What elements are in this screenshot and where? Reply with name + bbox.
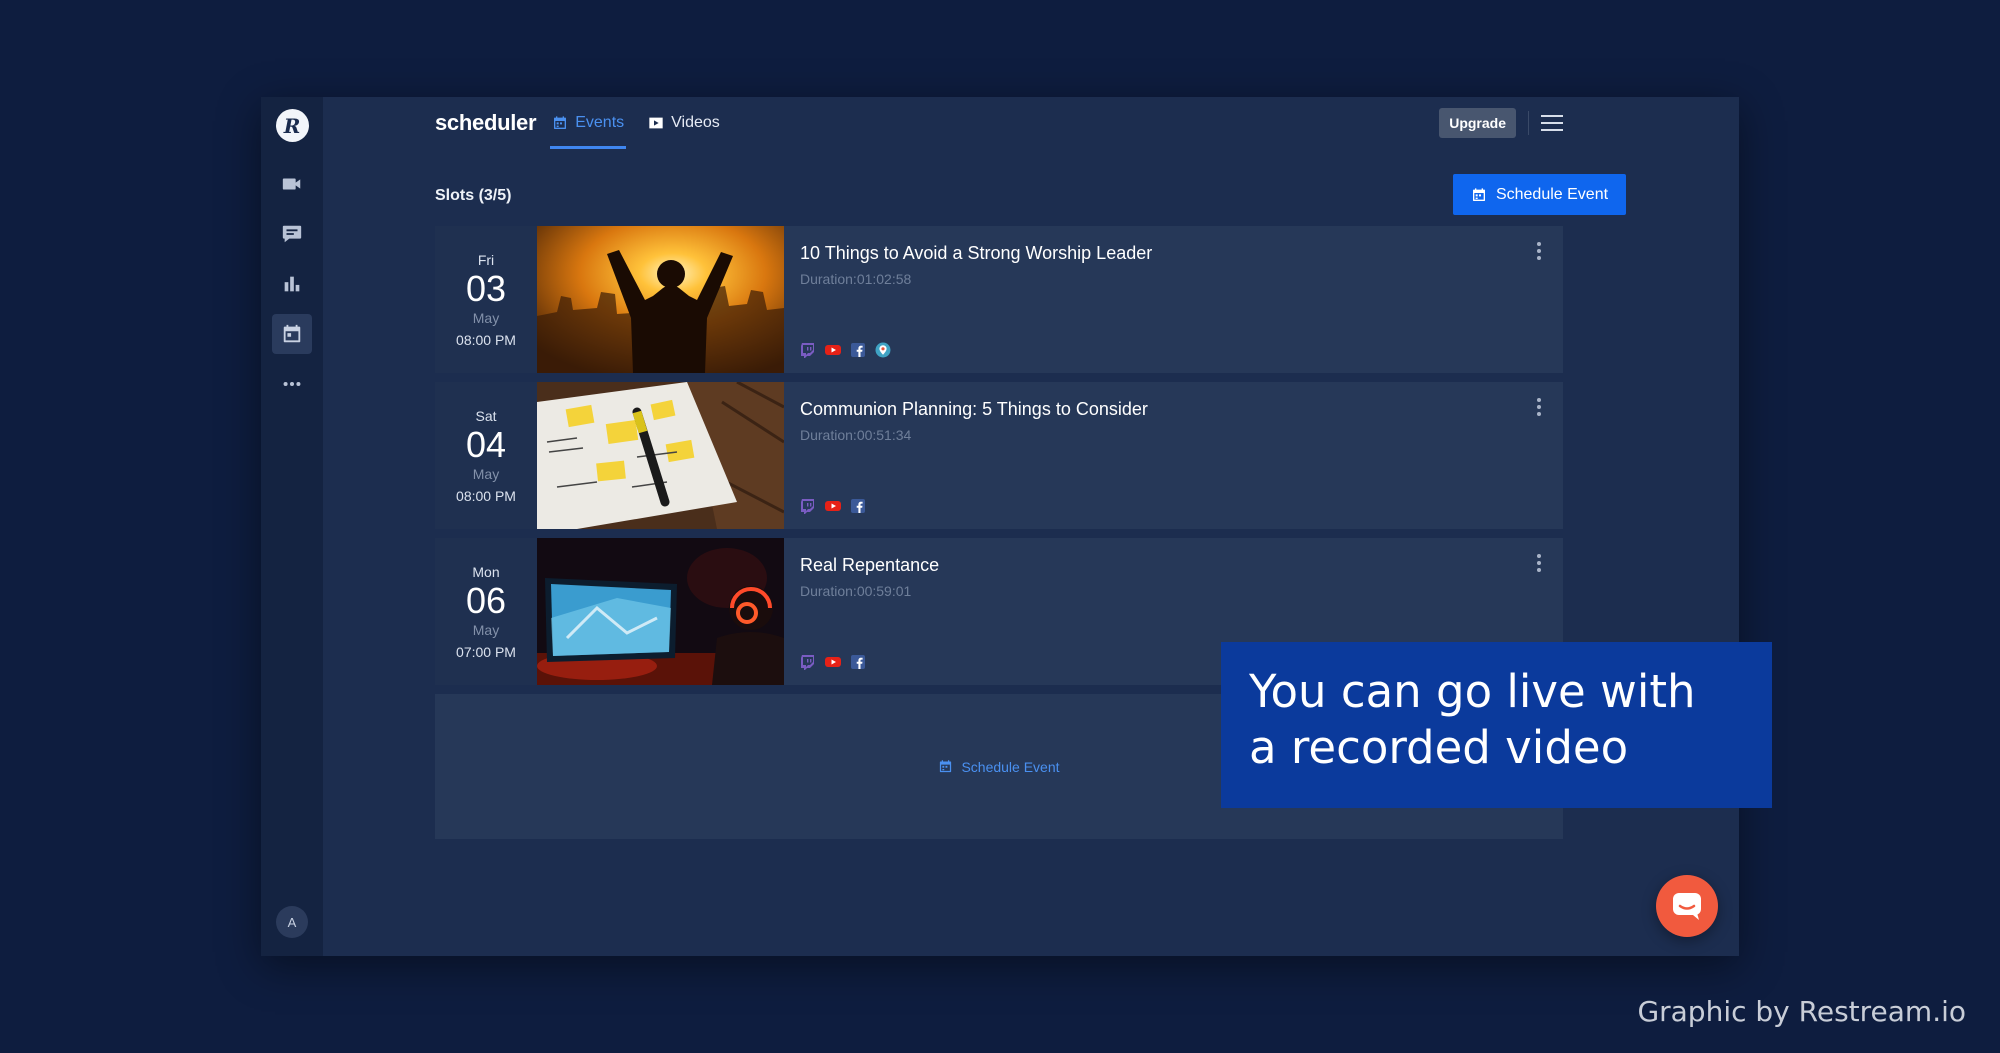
- top-bar-actions: Upgrade: [1439, 108, 1563, 138]
- play-icon: [649, 117, 663, 129]
- youtube-icon: [825, 657, 841, 667]
- callout-line-1: You can go live with: [1249, 665, 1696, 718]
- avatar[interactable]: A: [276, 906, 308, 938]
- event-menu-icon[interactable]: [1537, 554, 1541, 572]
- event-month: May: [472, 621, 500, 638]
- event-menu-icon[interactable]: [1537, 398, 1541, 416]
- platform-list: [800, 654, 866, 670]
- callout-line-2: a recorded video: [1249, 721, 1629, 774]
- event-weekday: Fri: [477, 251, 495, 268]
- chat-icon: [282, 225, 302, 243]
- event-title[interactable]: Communion Planning: 5 Things to Consider: [800, 399, 1563, 420]
- upgrade-button[interactable]: Upgrade: [1439, 108, 1516, 138]
- app-window: R A scheduler Events Videos Upgrade Slot…: [261, 97, 1739, 956]
- event-day-number: 04: [465, 423, 507, 465]
- event-date: Fri 03 May 08:00 PM: [435, 226, 537, 373]
- periscope-icon: [875, 342, 891, 358]
- video-camera-icon: [282, 178, 301, 190]
- facebook-icon: [851, 655, 865, 669]
- facebook-icon: [851, 499, 865, 513]
- tab-label: Events: [575, 114, 625, 131]
- event-duration: Duration:01:02:58: [800, 271, 912, 287]
- event-day-number: 06: [465, 579, 507, 621]
- event-duration: Duration:00:51:34: [800, 427, 912, 443]
- calendar-icon: [283, 324, 301, 343]
- restream-logo[interactable]: R: [275, 109, 309, 142]
- sidebar-item-video[interactable]: [272, 164, 312, 204]
- top-bar: scheduler Events Videos Upgrade: [435, 97, 1563, 149]
- sidebar-item-more[interactable]: [272, 364, 312, 404]
- divider: [1528, 111, 1529, 135]
- main-content: scheduler Events Videos Upgrade Slots (3…: [323, 97, 1739, 956]
- event-thumbnail[interactable]: [537, 382, 784, 529]
- youtube-icon: [825, 345, 841, 355]
- brand-title: scheduler: [435, 110, 537, 135]
- planning-thumbnail-image: [537, 382, 784, 529]
- event-day-number: 03: [465, 267, 507, 309]
- event-date: Mon 06 May 07:00 PM: [435, 538, 537, 685]
- event-weekday: Mon: [472, 563, 500, 580]
- tab-label: Videos: [671, 114, 720, 131]
- slots-count: Slots (3/5): [435, 187, 512, 204]
- promo-callout: You can go live with a recorded video: [1221, 642, 1772, 808]
- event-card[interactable]: Sat 04 May 08:00 PM Communion Planning: …: [435, 382, 1563, 529]
- schedule-event-label: Schedule Event: [1495, 185, 1609, 203]
- hamburger-menu-icon[interactable]: [1541, 115, 1563, 131]
- event-duration: Duration:00:59:01: [800, 583, 912, 599]
- event-thumbnail[interactable]: [537, 226, 784, 373]
- event-title[interactable]: 10 Things to Avoid a Strong Worship Lead…: [800, 243, 1563, 264]
- event-info: 10 Things to Avoid a Strong Worship Lead…: [784, 226, 1563, 373]
- sidebar-item-analytics[interactable]: [272, 264, 312, 304]
- platform-list: [800, 498, 866, 514]
- event-info: Communion Planning: 5 Things to Consider…: [784, 382, 1563, 529]
- twitch-icon: [801, 655, 814, 670]
- event-month: May: [472, 465, 500, 482]
- worship-thumbnail-image: [537, 226, 784, 373]
- youtube-icon: [825, 501, 841, 511]
- chat-bubble-icon: [1673, 893, 1701, 920]
- empty-slot-label: Schedule Event: [961, 758, 1060, 775]
- graphic-credit: Graphic by Restream.io: [1637, 995, 1966, 1028]
- calendar-icon: [554, 116, 567, 129]
- event-card[interactable]: Fri 03 May 08:00 PM 10 Things to Avoid a…: [435, 226, 1563, 373]
- platform-list: [800, 342, 891, 358]
- event-title[interactable]: Real Repentance: [800, 555, 1563, 576]
- calendar-icon: [940, 760, 952, 773]
- sidebar: R A: [261, 97, 323, 956]
- tab-events[interactable]: Events: [550, 97, 627, 149]
- event-month: May: [472, 309, 500, 326]
- twitch-icon: [801, 343, 814, 358]
- tab-videos[interactable]: Videos: [646, 97, 722, 149]
- facebook-icon: [851, 343, 865, 357]
- event-weekday: Sat: [475, 407, 497, 424]
- event-thumbnail[interactable]: [537, 538, 784, 685]
- twitch-icon: [801, 499, 814, 514]
- gaming-thumbnail-image: [537, 538, 784, 685]
- support-chat-button[interactable]: [1656, 875, 1718, 937]
- schedule-event-button[interactable]: Schedule Event: [1453, 174, 1626, 215]
- event-menu-icon[interactable]: [1537, 242, 1541, 260]
- event-time: 08:00 PM: [456, 487, 516, 504]
- sidebar-item-chat[interactable]: [272, 214, 312, 254]
- sidebar-item-scheduler[interactable]: [272, 314, 312, 354]
- more-icon: [283, 381, 301, 387]
- analytics-icon: [284, 276, 300, 292]
- event-time: 07:00 PM: [456, 643, 516, 660]
- event-time: 08:00 PM: [456, 331, 516, 348]
- calendar-icon: [1472, 187, 1485, 201]
- event-date: Sat 04 May 08:00 PM: [435, 382, 537, 529]
